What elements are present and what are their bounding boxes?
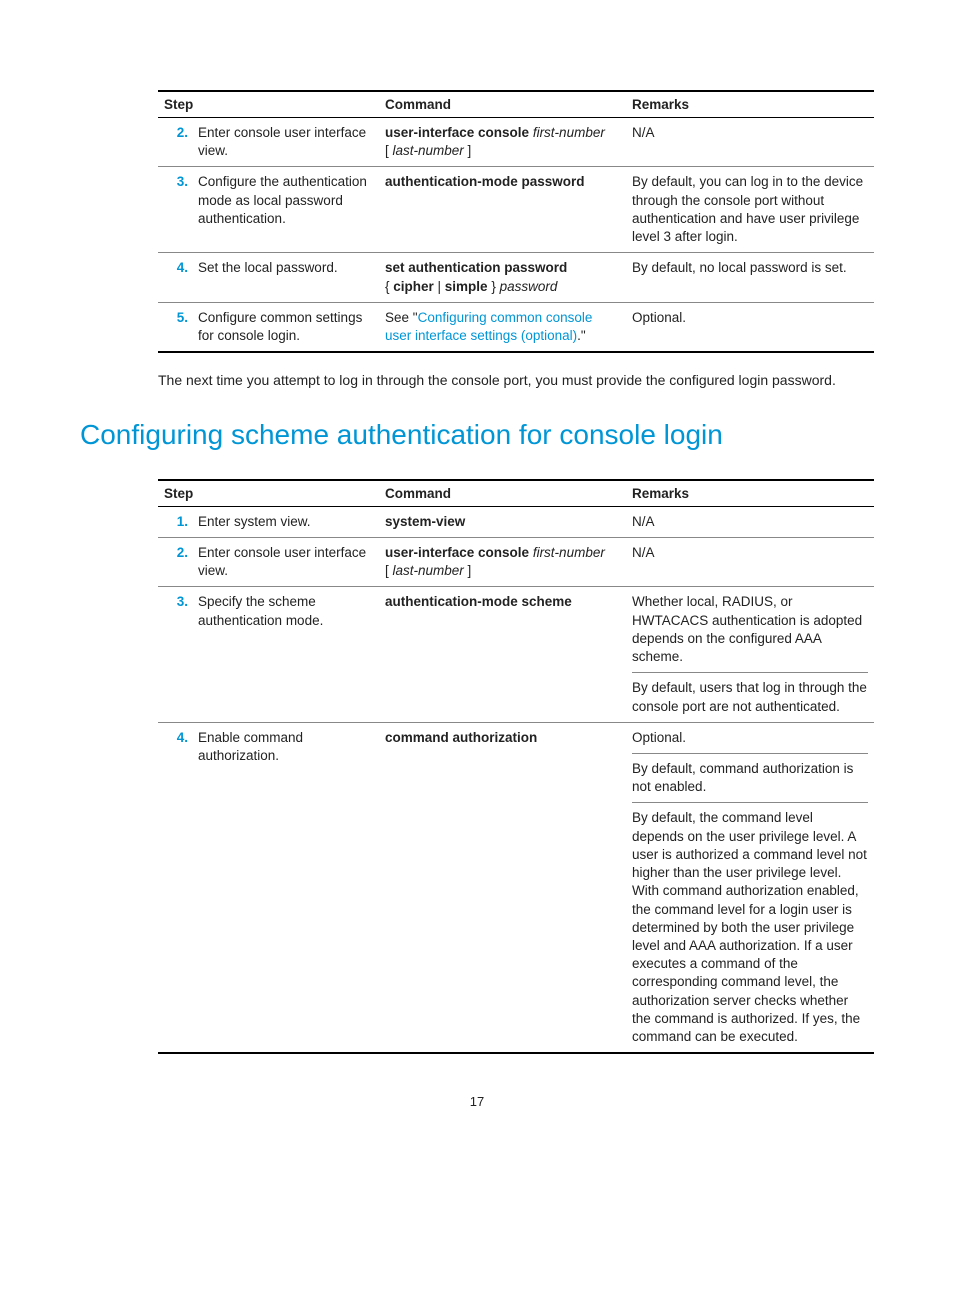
- step-command: authentication-mode password: [379, 167, 626, 253]
- table-row: 5. Configure common settings for console…: [158, 302, 874, 352]
- col-remarks: Remarks: [626, 480, 874, 507]
- step-remarks: N/A: [626, 506, 874, 537]
- table-row: 4. Enable command authorization. command…: [158, 722, 874, 1053]
- step-remarks: N/A: [626, 538, 874, 587]
- col-step: Step: [158, 480, 379, 507]
- step-number: 4.: [158, 253, 192, 302]
- step-action: Enable command authorization.: [192, 722, 379, 1053]
- step-remarks: N/A: [626, 118, 874, 167]
- step-number: 5.: [158, 302, 192, 352]
- step-remarks: By default, no local password is set.: [626, 253, 874, 302]
- steps-table-2: Step Command Remarks 1. Enter system vie…: [158, 479, 874, 1054]
- step-remarks: By default, you can log in to the device…: [626, 167, 874, 253]
- table-row: 2. Enter console user interface view. us…: [158, 118, 874, 167]
- step-command: authentication-mode scheme: [379, 587, 626, 722]
- step-command: user-interface console first-number [ la…: [379, 538, 626, 587]
- table-row: 1. Enter system view. system-view N/A: [158, 506, 874, 537]
- step-action: Configure common settings for console lo…: [192, 302, 379, 352]
- col-step: Step: [158, 91, 379, 118]
- col-command: Command: [379, 480, 626, 507]
- step-number: 2.: [158, 118, 192, 167]
- col-remarks: Remarks: [626, 91, 874, 118]
- step-command: set authentication password { cipher | s…: [379, 253, 626, 302]
- step-action: Set the local password.: [192, 253, 379, 302]
- step-number: 3.: [158, 167, 192, 253]
- step-number: 3.: [158, 587, 192, 722]
- step-remarks: Optional. By default, command authorizat…: [626, 722, 874, 1053]
- table-row: 3. Specify the scheme authentication mod…: [158, 587, 874, 722]
- step-number: 2.: [158, 538, 192, 587]
- page-number: 17: [80, 1094, 874, 1109]
- step-action: Enter console user interface view.: [192, 538, 379, 587]
- step-command: system-view: [379, 506, 626, 537]
- step-command: See "Configuring common console user int…: [379, 302, 626, 352]
- table-row: 4. Set the local password. set authentic…: [158, 253, 874, 302]
- step-remarks: Whether local, RADIUS, or HWTACACS authe…: [626, 587, 874, 722]
- step-number: 4.: [158, 722, 192, 1053]
- step-action: Specify the scheme authentication mode.: [192, 587, 379, 722]
- step-command: user-interface console first-number [ la…: [379, 118, 626, 167]
- step-number: 1.: [158, 506, 192, 537]
- body-paragraph: The next time you attempt to log in thro…: [158, 371, 874, 391]
- step-command: command authorization: [379, 722, 626, 1053]
- step-action: Enter console user interface view.: [192, 118, 379, 167]
- table-row: 3. Configure the authentication mode as …: [158, 167, 874, 253]
- step-action: Enter system view.: [192, 506, 379, 537]
- steps-table-1: Step Command Remarks 2. Enter console us…: [158, 90, 874, 353]
- table-row: 2. Enter console user interface view. us…: [158, 538, 874, 587]
- section-heading: Configuring scheme authentication for co…: [80, 419, 874, 451]
- step-remarks: Optional.: [626, 302, 874, 352]
- step-action: Configure the authentication mode as loc…: [192, 167, 379, 253]
- col-command: Command: [379, 91, 626, 118]
